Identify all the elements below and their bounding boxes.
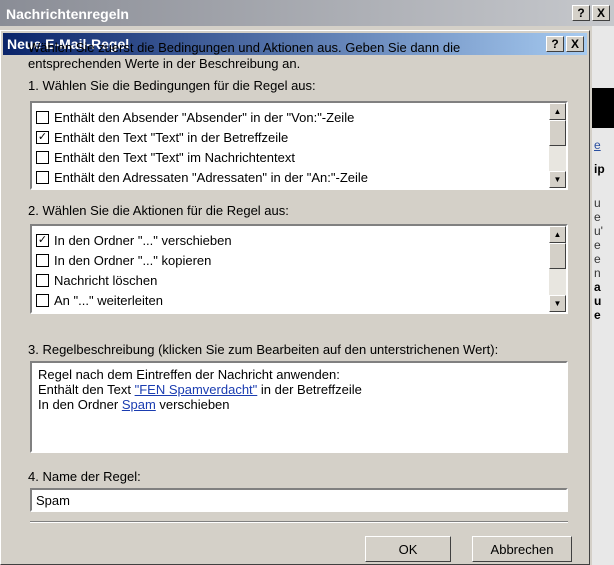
rule-option-row[interactable]: Nachricht löschen — [36, 270, 542, 290]
step4-label: 4. Name der Regel: — [28, 469, 141, 484]
parent-window-title: Nachrichtenregeln — [6, 6, 129, 22]
rule-option-label: In den Ordner "..." kopieren — [54, 252, 212, 268]
background-text-fragment: u' — [594, 224, 603, 238]
scroll-thumb[interactable] — [549, 120, 566, 146]
checkbox[interactable] — [36, 253, 49, 267]
dialog-close-button[interactable]: X — [566, 36, 584, 52]
checkbox[interactable] — [36, 150, 49, 164]
rule-name-input[interactable]: Spam — [30, 488, 568, 512]
background-text-fragment: e — [594, 210, 601, 224]
intro-text-line2: entsprechenden Werte in der Beschreibung… — [28, 56, 301, 71]
rule-option-label: An "..." weiterleiten — [54, 292, 163, 308]
background-text-fragment: e — [594, 308, 601, 322]
rule-option-row[interactable]: An "..." weiterleiten — [36, 290, 542, 310]
step3-label: 3. Regelbeschreibung (klicken Sie zum Be… — [28, 342, 499, 357]
folder-link[interactable]: Spam — [122, 397, 156, 412]
rule-option-label: In den Ordner "..." verschieben — [54, 232, 232, 248]
background-text-fragment: e — [594, 238, 601, 252]
checkbox[interactable]: ✓ — [36, 130, 49, 144]
description-line1: Regel nach dem Eintreffen der Nachricht … — [38, 367, 340, 382]
conditions-listbox[interactable]: Enthält den Absender "Absender" in der "… — [30, 101, 568, 190]
background-text-fragment: ip — [594, 162, 605, 176]
rule-option-row[interactable]: Enthält den Absender "Absender" in der "… — [36, 107, 542, 127]
checkbox[interactable] — [36, 273, 49, 287]
background-text-fragment: a — [594, 280, 601, 294]
background-text-fragment: u — [594, 294, 602, 308]
scroll-up-button[interactable]: ▲ — [549, 103, 566, 120]
dialog-separator — [30, 521, 568, 523]
scroll-thumb[interactable] — [549, 243, 566, 269]
checkbox[interactable] — [36, 293, 49, 307]
description-text: In den Ordner — [38, 397, 122, 412]
intro-text-line1: Wählen Sie zuerst die Bedingungen und Ak… — [28, 40, 461, 55]
background-text-fragment: e — [594, 252, 601, 266]
rule-option-label: Enthält den Text "Text" im Nachrichtente… — [54, 149, 295, 165]
rule-option-row[interactable]: Enthält den Adressaten "Adressaten" in d… — [36, 167, 542, 187]
background-text-fragment: u — [594, 196, 601, 210]
cancel-button[interactable]: Abbrechen — [472, 536, 572, 562]
rule-description-box: Regel nach dem Eintreffen der Nachricht … — [30, 361, 568, 453]
step2-label: 2. Wählen Sie die Aktionen für die Regel… — [28, 203, 289, 218]
actions-scrollbar[interactable]: ▲ ▼ — [549, 226, 566, 312]
background-text-fragment: n — [594, 266, 601, 280]
background-window-strip: e ip u e u' e e n a u e — [592, 26, 614, 565]
step1-label: 1. Wählen Sie die Bedingungen für die Re… — [28, 78, 316, 93]
background-text-fragment: e — [594, 138, 601, 152]
checkbox[interactable]: ✓ — [36, 233, 49, 247]
dialog-help-button[interactable]: ? — [546, 36, 564, 52]
description-text: Enthält den Text — [38, 382, 135, 397]
ok-button[interactable]: OK — [365, 536, 451, 562]
conditions-scrollbar[interactable]: ▲ ▼ — [549, 103, 566, 188]
description-text: verschieben — [155, 397, 230, 412]
scroll-down-button[interactable]: ▼ — [549, 171, 566, 188]
rule-option-label: Enthält den Adressaten "Adressaten" in d… — [54, 169, 369, 185]
rule-option-row[interactable]: Enthält den Text "Text" im Nachrichtente… — [36, 147, 542, 167]
scroll-down-button[interactable]: ▼ — [549, 295, 566, 312]
rule-option-row[interactable]: In den Ordner "..." kopieren — [36, 250, 542, 270]
checkbox[interactable] — [36, 110, 49, 124]
rule-option-row[interactable]: ✓ In den Ordner "..." verschieben — [36, 230, 542, 250]
actions-listbox[interactable]: ✓ In den Ordner "..." verschieben In den O… — [30, 224, 568, 314]
rule-option-label: Enthält den Text "Text" in der Betreffze… — [54, 129, 289, 145]
rule-option-label: Nachricht löschen — [54, 272, 158, 288]
rule-option-row[interactable]: ✓ Enthält den Text "Text" in der Betreffz… — [36, 127, 542, 147]
parent-window-titlebar: Nachrichtenregeln ? X — [0, 0, 614, 26]
scroll-up-button[interactable]: ▲ — [549, 226, 566, 243]
rule-option-label: Enthält den Absender "Absender" in der "… — [54, 109, 355, 125]
checkbox[interactable] — [36, 170, 49, 184]
parent-close-button[interactable]: X — [592, 5, 610, 21]
description-text: in der Betreffzeile — [257, 382, 362, 397]
subject-text-link[interactable]: "FEN Spamverdacht" — [135, 382, 258, 397]
parent-help-button[interactable]: ? — [572, 5, 590, 21]
background-dark-panel — [592, 88, 614, 128]
